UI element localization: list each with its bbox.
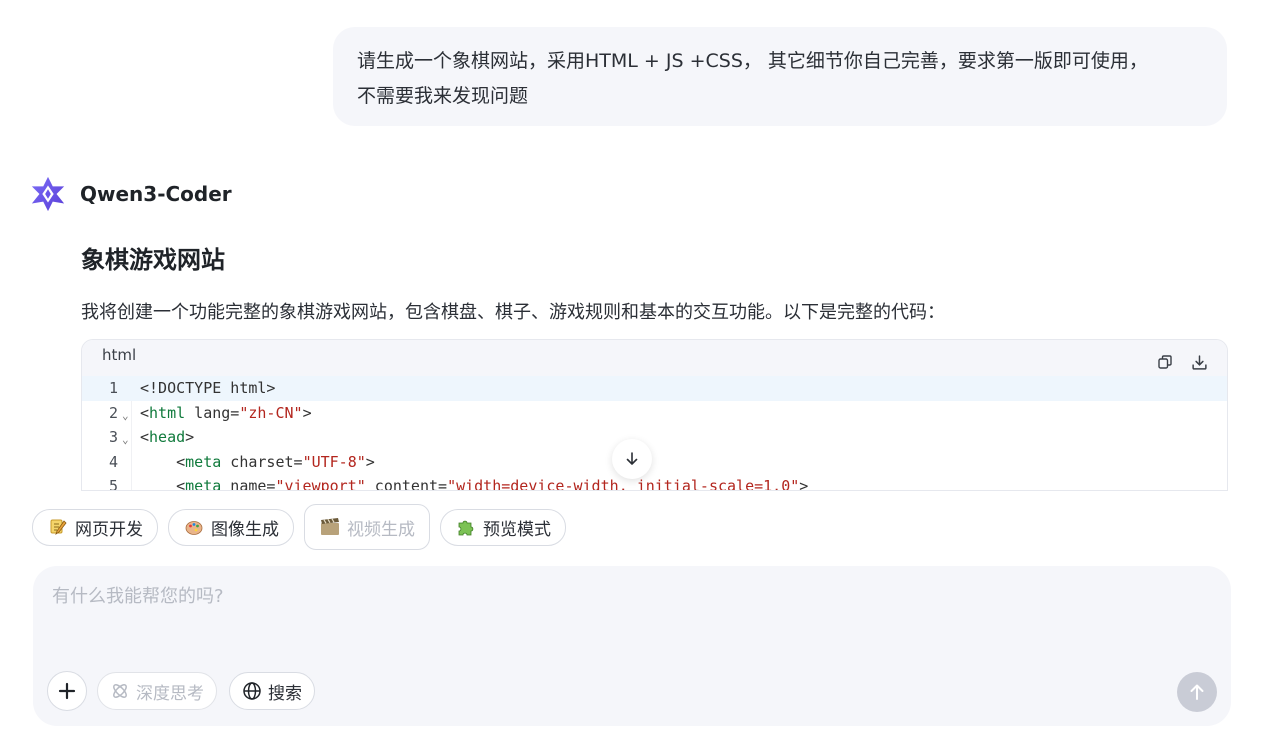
code-line: 3 ⌄ <head> <box>82 425 1227 450</box>
code-line: 1 <!DOCTYPE html> <box>82 376 1227 401</box>
code-token: head <box>149 428 186 446</box>
chip-preview-mode[interactable]: 预览模式 <box>440 508 566 546</box>
puzzle-icon <box>455 516 477 538</box>
message-input[interactable] <box>52 586 1152 607</box>
code-token: > <box>799 477 809 491</box>
code-line: 4 <meta charset="UTF-8"> <box>82 450 1227 475</box>
code-token: < <box>140 452 186 471</box>
composer: 深度思考 搜索 <box>33 566 1231 726</box>
code-token: > <box>185 428 195 446</box>
code-text: <!DOCTYPE html> <box>140 376 275 401</box>
arrow-down-icon <box>626 452 638 465</box>
code-token: < <box>140 477 186 491</box>
code-token: name= <box>221 477 276 491</box>
line-number: 5 <box>108 477 118 491</box>
code-token: lang= <box>185 403 240 422</box>
answer-intro: 我将创建一个功能完整的象棋游戏网站，包含棋盘、棋子、游戏规则和基本的交互功能。以… <box>81 302 945 323</box>
code-line: 5 <meta name="viewport" content="width=d… <box>82 474 1227 491</box>
code-token: > <box>302 403 312 422</box>
deep-think-icon <box>113 684 127 698</box>
code-token: html <box>149 403 186 422</box>
code-text: <html lang="zh-CN"> <box>140 401 312 426</box>
code-text: <meta charset="UTF-8"> <box>140 450 375 475</box>
copy-icon[interactable] <box>1155 352 1175 372</box>
code-block: html 1 <!DOCTYPE html> 2 ⌄ <html lang="zh-CN… <box>81 339 1228 491</box>
code-token: meta <box>185 477 222 491</box>
chip-image-gen[interactable]: 图像生成 <box>168 508 294 546</box>
code-language-label: html <box>102 346 137 364</box>
chip-video-gen-label: 视频生成 <box>347 519 415 540</box>
code-body: 1 <!DOCTYPE html> 2 ⌄ <html lang="zh-CN"> 3 ⌄ <… <box>82 376 1227 491</box>
code-token: "width=device-width, initial-scale=1.0" <box>447 477 800 491</box>
deep-think-label: 深度思考 <box>136 683 204 704</box>
palette-icon <box>183 516 205 538</box>
search-label: 搜索 <box>268 683 302 704</box>
answer-title: 象棋游戏网站 <box>81 246 225 274</box>
code-line: 2 ⌄ <html lang="zh-CN"> <box>82 401 1227 426</box>
chip-image-gen-label: 图像生成 <box>211 519 279 540</box>
send-button[interactable] <box>1177 672 1217 712</box>
code-text: <meta name="viewport" content="width=dev… <box>140 474 809 491</box>
user-message-line-1: 请生成一个象棋网站，采用HTML + JS +CSS， 其它细节你自己完善，要求… <box>357 50 1148 72</box>
code-block-header: html <box>82 340 1227 376</box>
deep-think-button[interactable]: 深度思考 <box>97 672 217 710</box>
code-token: "UTF-8" <box>302 452 366 471</box>
code-token: "viewport" <box>275 477 366 491</box>
download-icon[interactable] <box>1189 352 1209 372</box>
arrow-up-icon <box>1190 684 1204 700</box>
code-token: charset= <box>221 452 303 471</box>
chip-video-gen[interactable]: 视频生成 <box>304 504 430 550</box>
code-token: < <box>140 428 150 446</box>
line-number: 1 <box>108 379 118 397</box>
code-token: > <box>365 452 375 471</box>
attach-button[interactable] <box>47 671 87 711</box>
assistant-header: Qwen3-Coder <box>28 174 232 214</box>
qwen-logo-icon <box>28 174 68 214</box>
line-number: 2 <box>108 403 118 422</box>
mode-chips: 网页开发 图像生成 视频生成 预览模式 <box>32 504 576 550</box>
line-number: 4 <box>108 452 118 471</box>
code-token: "zh-CN" <box>239 403 303 422</box>
chip-web-dev[interactable]: 网页开发 <box>32 508 158 546</box>
code-token: meta <box>185 452 222 471</box>
code-token: < <box>140 403 150 422</box>
code-token: content= <box>365 477 448 491</box>
line-number: 3 <box>108 428 118 446</box>
code-token: <!DOCTYPE html> <box>140 379 276 397</box>
user-message-line-2: 不需要我来发现问题 <box>357 85 529 107</box>
user-message-bubble: 请生成一个象棋网站，采用HTML + JS +CSS， 其它细节你自己完善，要求… <box>333 27 1227 126</box>
pencil-icon <box>47 516 69 538</box>
globe-icon <box>243 682 261 700</box>
model-name: Qwen3-Coder <box>80 182 232 206</box>
code-actions <box>1155 352 1209 372</box>
search-button[interactable]: 搜索 <box>229 672 315 710</box>
scroll-to-bottom-button[interactable] <box>612 439 652 479</box>
chip-preview-mode-label: 预览模式 <box>483 519 551 540</box>
plus-icon <box>58 682 76 700</box>
chip-web-dev-label: 网页开发 <box>75 519 143 540</box>
code-text: <head> <box>140 425 194 450</box>
film-icon <box>319 516 341 538</box>
